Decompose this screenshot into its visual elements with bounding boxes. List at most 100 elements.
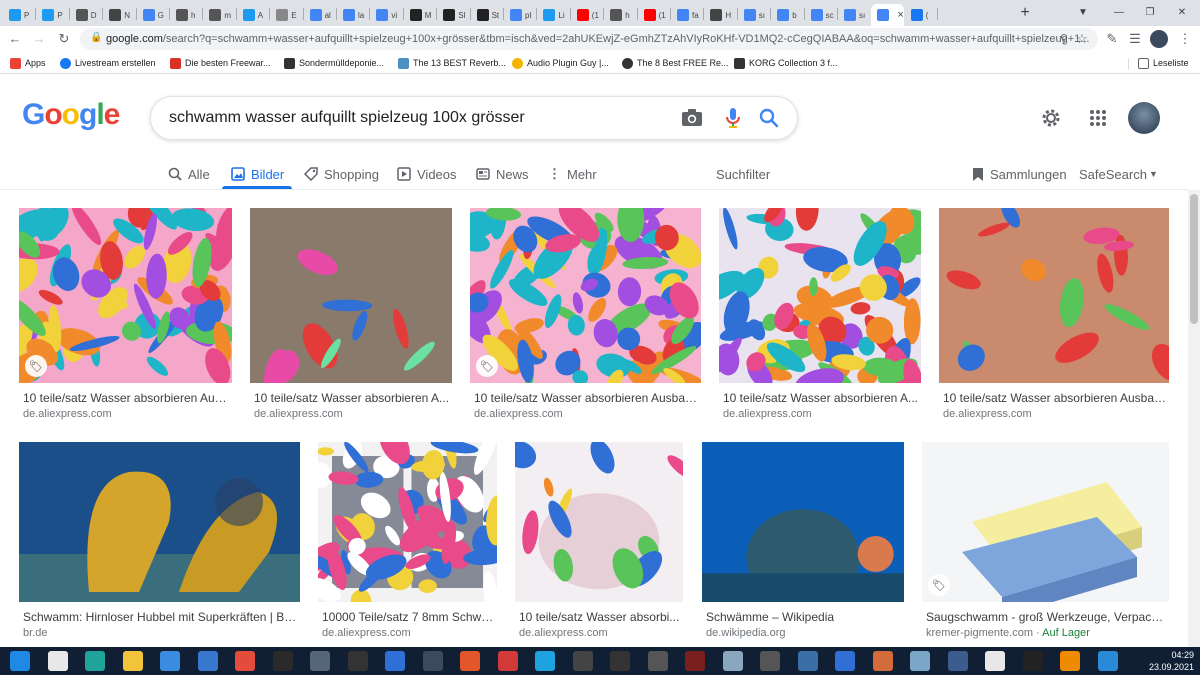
app-icon[interactable] — [460, 651, 480, 671]
browser-tab[interactable]: al — [304, 4, 336, 26]
browser-tab[interactable]: sı — [738, 4, 770, 26]
search-box[interactable]: schwamm wasser aufquillt spielzeug 100x … — [150, 96, 798, 140]
bookmark-star-icon[interactable]: ☆ — [1073, 30, 1091, 48]
browser-tab[interactable]: sı — [838, 4, 870, 26]
skype-icon[interactable] — [535, 651, 555, 671]
scrollbar-thumb[interactable] — [1190, 194, 1198, 324]
browser-tab[interactable]: N — [103, 4, 135, 26]
voicemeeter-icon[interactable] — [685, 651, 705, 671]
account-avatar[interactable] — [1128, 102, 1160, 134]
windows-start-icon[interactable] — [10, 651, 30, 671]
result-thumbnail[interactable] — [719, 208, 921, 383]
result-thumbnail[interactable] — [470, 208, 701, 383]
app-icon[interactable] — [985, 651, 1005, 671]
bookmark-sondermuell[interactable]: Sondermülldeponie... — [284, 56, 384, 70]
bookmark-livestream[interactable]: Livestream erstellen — [60, 56, 156, 70]
browser-tab[interactable]: b — [771, 4, 803, 26]
result-thumbnail[interactable] — [318, 442, 497, 602]
app-icon[interactable] — [497, 651, 518, 671]
browser-tab[interactable]: Li — [537, 4, 569, 26]
browser-tab[interactable]: (1 — [638, 4, 670, 26]
tab-bilder[interactable]: Bilder — [231, 160, 284, 188]
app-icon[interactable] — [385, 651, 405, 671]
result-thumbnail[interactable] — [19, 208, 232, 383]
app-icon[interactable] — [835, 651, 855, 671]
bookmark-apps[interactable]: Apps — [10, 56, 46, 70]
app-icon[interactable] — [797, 651, 818, 671]
app-icon[interactable] — [872, 651, 893, 671]
mail-icon[interactable] — [197, 651, 218, 671]
result-thumbnail[interactable] — [702, 442, 904, 602]
browser-tab[interactable]: la — [337, 4, 369, 26]
forward-arrow-icon[interactable]: → — [30, 30, 48, 48]
reload-icon[interactable]: ↻ — [55, 30, 73, 48]
tab-videos[interactable]: Videos — [397, 160, 457, 188]
app-icon[interactable] — [760, 651, 780, 671]
tab-shopping[interactable]: Shopping — [304, 160, 379, 188]
app-icon[interactable] — [947, 651, 968, 671]
bookmark-reverb[interactable]: The 13 BEST Reverb... — [398, 56, 506, 70]
browser-tab[interactable]: sc — [805, 4, 837, 26]
new-tab-button[interactable]: + — [1016, 4, 1034, 22]
result-title[interactable]: 10 teile/satz Wasser absorbieren Aus... — [23, 391, 230, 405]
settings-gear-icon[interactable] — [1040, 107, 1062, 129]
app-icon[interactable] — [272, 651, 293, 671]
result-title[interactable]: Saugschwamm - groß Werkzeuge, Verpacku..… — [926, 610, 1167, 624]
edge-icon[interactable] — [85, 651, 105, 671]
browser-tab[interactable]: vi — [370, 4, 402, 26]
restore-window-icon[interactable]: ❐ — [1140, 5, 1160, 21]
browser-tab[interactable]: ( — [905, 4, 937, 26]
tab-alle[interactable]: Alle — [168, 160, 210, 188]
media-control-icon[interactable]: ☰ — [1126, 30, 1144, 48]
browser-tab[interactable]: A — [237, 4, 269, 26]
app-icon[interactable] — [910, 651, 930, 671]
browser-tab-active[interactable]: × — [871, 4, 904, 26]
browser-tab[interactable]: Sl — [437, 4, 469, 26]
search-icon[interactable] — [759, 108, 779, 128]
browser-tab[interactable]: m — [203, 4, 235, 26]
result-thumbnail[interactable] — [515, 442, 683, 602]
app-icon[interactable] — [1097, 651, 1118, 671]
search-icon[interactable] — [47, 651, 68, 671]
tab-mehr[interactable]: ⋮ Mehr — [548, 160, 597, 188]
result-title[interactable]: 10 teile/satz Wasser absorbi... — [519, 610, 681, 624]
back-arrow-icon[interactable]: ← — [6, 30, 24, 48]
result-thumbnail[interactable] — [922, 442, 1169, 602]
app-icon[interactable] — [422, 651, 443, 671]
terminal-icon[interactable] — [1022, 651, 1043, 671]
store-icon[interactable] — [160, 651, 180, 671]
extensions-icon[interactable]: ✎ — [1103, 30, 1121, 48]
address-bar[interactable]: 🔒 google.com/search?q=schwamm+wasser+auf… — [80, 28, 1098, 50]
app-icon[interactable] — [310, 651, 330, 671]
reading-list-button[interactable]: Leseliste — [1138, 56, 1189, 70]
browser-tab[interactable]: pl — [504, 4, 536, 26]
browser-tab[interactable]: G — [137, 4, 169, 26]
close-window-icon[interactable]: ✕ — [1172, 5, 1192, 21]
result-title[interactable]: 10 teile/satz Wasser absorbieren Ausbau … — [474, 391, 699, 405]
result-title[interactable]: 10000 Teile/satz 7 8mm Schwa... — [322, 610, 495, 624]
collections-button[interactable]: Sammlungen — [972, 160, 1067, 188]
live-icon[interactable] — [347, 651, 368, 671]
bookmark-free-re[interactable]: The 8 Best FREE Re... — [622, 56, 729, 70]
microphone-icon[interactable] — [725, 107, 741, 129]
browser-tab[interactable]: D — [70, 4, 102, 26]
browser-tab[interactable]: E — [270, 4, 302, 26]
browser-tab[interactable]: fa — [671, 4, 703, 26]
minimize-window-icon[interactable]: — — [1109, 5, 1129, 21]
camera-icon[interactable] — [681, 108, 703, 128]
tab-news[interactable]: News — [476, 160, 529, 188]
browser-tab[interactable]: (1 — [571, 4, 603, 26]
file-explorer-icon[interactable] — [122, 651, 143, 671]
browser-tab[interactable]: h — [170, 4, 202, 26]
browser-tab[interactable]: P — [3, 4, 35, 26]
browser-tab[interactable]: M — [404, 4, 436, 26]
tab-search-icon[interactable]: ▼ — [1073, 5, 1093, 21]
result-thumbnail[interactable] — [19, 442, 300, 602]
browser-menu-icon[interactable]: ⋮ — [1176, 30, 1194, 48]
search-input[interactable]: schwamm wasser aufquillt spielzeug 100x … — [169, 109, 525, 127]
result-title[interactable]: 10 teile/satz Wasser absorbieren A... — [254, 391, 450, 405]
bookmark-freeware[interactable]: Die besten Freewar... — [170, 56, 271, 70]
app-icon[interactable] — [647, 651, 668, 671]
browser-tab[interactable]: H — [704, 4, 736, 26]
result-title[interactable]: 10 teile/satz Wasser absorbieren A... — [723, 391, 919, 405]
